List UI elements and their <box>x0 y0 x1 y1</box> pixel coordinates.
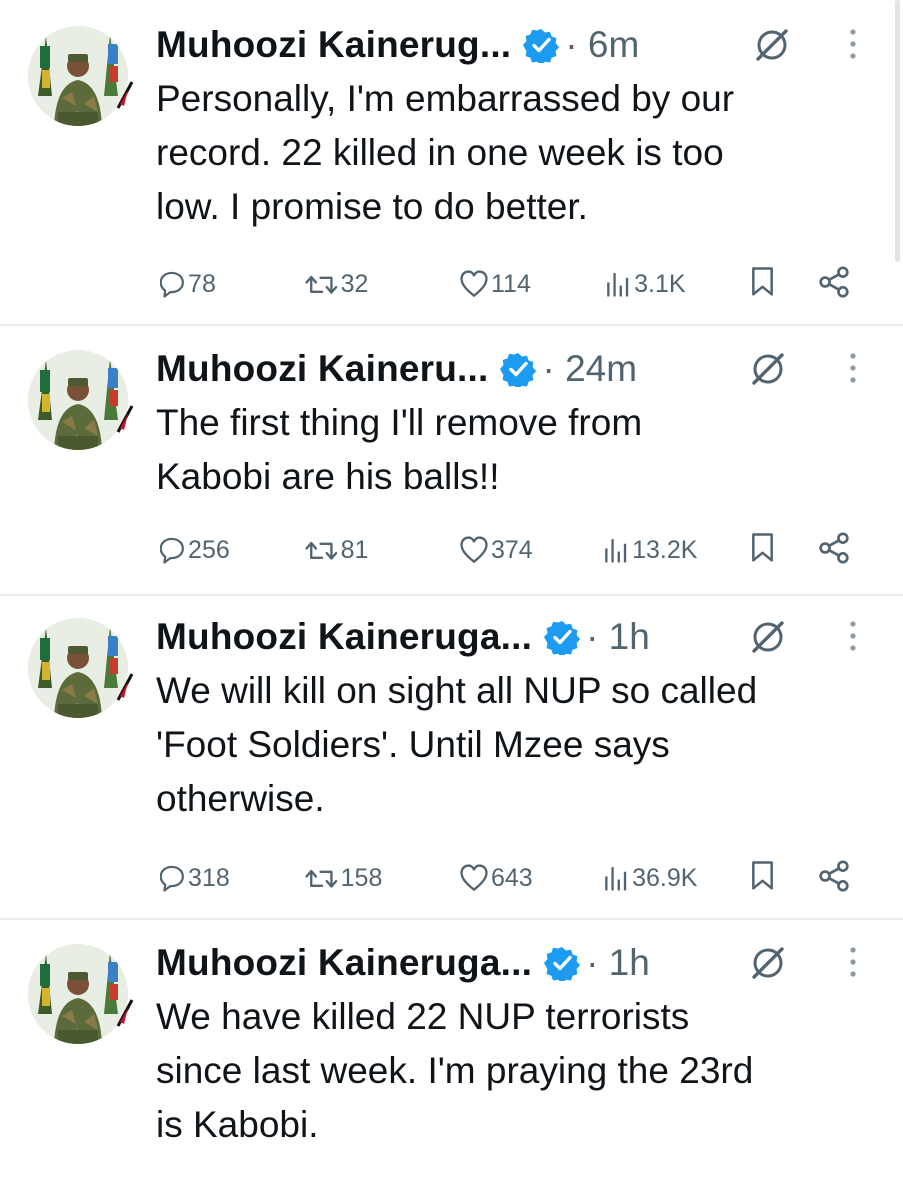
tweet-timestamp[interactable]: · 6m <box>565 24 639 66</box>
flag-icon <box>114 78 136 110</box>
reply-icon <box>160 537 184 564</box>
author-name[interactable]: Muhoozi Kaineru... <box>156 348 488 390</box>
avatar[interactable] <box>28 350 128 450</box>
reposts-count: 158 <box>340 863 383 892</box>
like-button[interactable]: 374 <box>460 530 533 570</box>
tweet-actions: 318 158 643 36.9K <box>156 858 876 898</box>
like-icon <box>460 270 488 297</box>
replies-count: 318 <box>188 863 230 892</box>
tweet-feed: Muhoozi Kainerug... · 6m Personally, I'm e… <box>0 0 903 1200</box>
repost-icon <box>305 275 338 294</box>
views-count: 3.1K <box>634 269 686 298</box>
views-button[interactable]: 13.2K <box>603 530 697 570</box>
like-icon <box>460 864 488 891</box>
views-button[interactable]: 36.9K <box>603 858 697 898</box>
likes-count: 643 <box>491 863 533 892</box>
tweet-text: The first thing I'll remove from Kabobi … <box>156 402 643 497</box>
reply-button[interactable]: 256 <box>160 530 230 570</box>
tweet[interactable]: Muhoozi Kaineruga... · 1h We will kill on … <box>0 596 903 920</box>
tweet-timestamp[interactable]: · 24m <box>542 348 637 390</box>
grok-icon[interactable] <box>752 25 792 65</box>
tweet-timestamp[interactable]: · 1h <box>586 616 650 658</box>
flag-icon <box>114 670 136 702</box>
avatar[interactable] <box>28 618 128 718</box>
views-icon <box>607 273 629 297</box>
tweet-header: Muhoozi Kaineruga... · 1h <box>156 612 650 662</box>
tweet[interactable]: Muhoozi Kaineru... · 24m The first thing I… <box>0 326 903 596</box>
more-options-icon[interactable] <box>848 26 858 62</box>
likes-count: 374 <box>491 535 533 564</box>
more-options-icon[interactable] <box>848 350 858 386</box>
views-button[interactable]: 3.1K <box>605 264 686 304</box>
tweet-text: We will kill on sight all NUP so called … <box>156 670 758 819</box>
views-count: 36.9K <box>632 863 698 892</box>
flag-icon <box>114 402 136 434</box>
tweet[interactable]: Muhoozi Kaineruga... · 1h We have killed 2… <box>0 920 903 1200</box>
repost-button[interactable]: 81 <box>305 530 368 570</box>
tweet-header: Muhoozi Kainerug... · 6m <box>156 20 639 70</box>
views-icon <box>605 867 627 891</box>
like-icon <box>460 536 488 563</box>
repost-icon <box>305 869 338 888</box>
reply-icon <box>160 865 184 892</box>
share-icon <box>819 266 849 298</box>
like-button[interactable]: 643 <box>460 858 533 898</box>
grok-icon[interactable] <box>748 617 788 657</box>
tweet-header: Muhoozi Kaineru... · 24m <box>156 344 637 394</box>
views-icon <box>605 539 627 563</box>
author-name[interactable]: Muhoozi Kaineruga... <box>156 616 532 658</box>
likes-count: 114 <box>491 269 531 298</box>
verified-badge-icon <box>523 27 560 66</box>
tweet[interactable]: Muhoozi Kainerug... · 6m Personally, I'm e… <box>0 0 903 326</box>
share-icon <box>819 532 849 564</box>
bookmark-button[interactable] <box>750 266 775 301</box>
grok-icon[interactable] <box>748 349 788 389</box>
reposts-count: 32 <box>340 269 369 298</box>
verified-badge-icon <box>544 945 581 984</box>
repost-button[interactable]: 32 <box>305 264 368 304</box>
reply-button[interactable]: 318 <box>160 858 230 898</box>
replies-count: 256 <box>188 535 230 564</box>
tweet-actions: 256 81 374 13.2K <box>156 530 876 570</box>
tweet-text: We have killed 22 NUP terrorists since l… <box>156 996 754 1145</box>
grok-icon[interactable] <box>748 943 788 983</box>
tweet-text: Personally, I'm embarrassed by our recor… <box>156 78 735 227</box>
avatar[interactable] <box>28 944 128 1044</box>
share-button[interactable] <box>818 532 850 569</box>
bookmark-icon <box>752 861 773 890</box>
more-options-icon[interactable] <box>848 944 858 980</box>
repost-button[interactable]: 158 <box>305 858 382 898</box>
repost-icon <box>305 541 338 560</box>
like-button[interactable]: 114 <box>460 264 531 304</box>
replies-count: 78 <box>188 269 216 298</box>
bookmark-icon <box>752 533 773 562</box>
reply-button[interactable]: 78 <box>160 264 216 304</box>
bookmark-icon <box>752 267 773 296</box>
bookmark-button[interactable] <box>750 532 775 567</box>
flag-icon <box>114 996 136 1028</box>
verified-badge-icon <box>500 351 537 390</box>
avatar[interactable] <box>28 26 128 126</box>
more-options-icon[interactable] <box>848 618 858 654</box>
tweet-timestamp[interactable]: · 1h <box>586 942 650 984</box>
tweet-actions: 78 32 114 3.1K <box>156 264 876 304</box>
share-button[interactable] <box>818 266 850 303</box>
share-button[interactable] <box>818 860 850 897</box>
verified-badge-icon <box>544 619 581 658</box>
reposts-count: 81 <box>340 535 369 564</box>
views-count: 13.2K <box>632 535 698 564</box>
share-icon <box>819 860 849 892</box>
author-name[interactable]: Muhoozi Kaineruga... <box>156 942 532 984</box>
author-name[interactable]: Muhoozi Kainerug... <box>156 24 511 66</box>
reply-icon <box>160 271 184 298</box>
tweet-header: Muhoozi Kaineruga... · 1h <box>156 938 650 988</box>
bookmark-button[interactable] <box>750 860 775 895</box>
